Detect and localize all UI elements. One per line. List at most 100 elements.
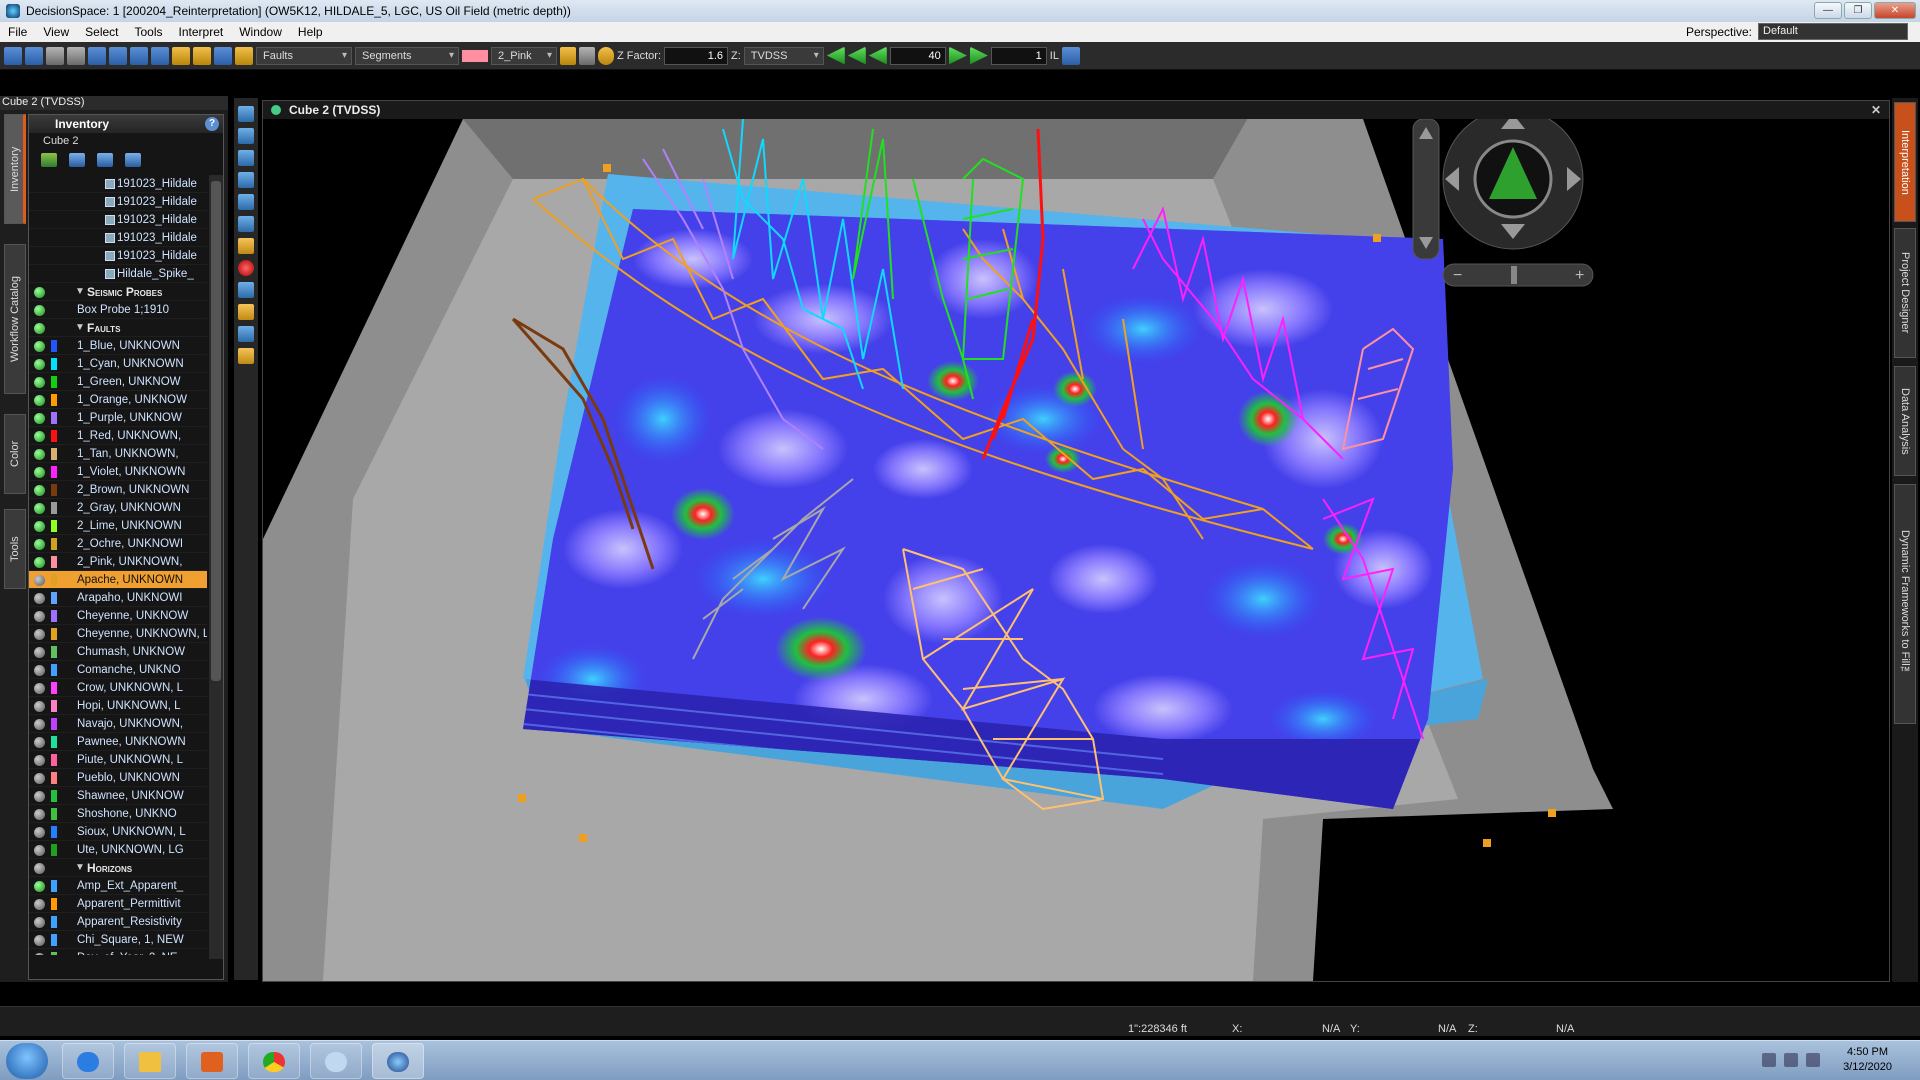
play-icon[interactable] [969,46,988,65]
tree-section[interactable]: ▼ Seismic Probes [29,283,207,301]
tree-item[interactable]: 1_Violet, UNKNOWN [29,463,207,481]
zfactor-input[interactable]: 1.6 [664,46,729,65]
visibility-toggle[interactable] [34,719,45,730]
tab-data-analysis[interactable]: Data Analysis [1894,366,1916,476]
chrome-taskbar-icon[interactable] [248,1043,300,1079]
menu-window[interactable]: Window [231,25,290,39]
tree-item[interactable]: Hopi, UNKNOWN, L [29,697,207,715]
add-icon[interactable] [41,153,57,167]
paint-taskbar-icon[interactable] [310,1043,362,1079]
step-back-icon[interactable] [847,46,866,65]
visibility-toggle[interactable] [34,665,45,676]
tree-item[interactable]: 2_Brown, UNKNOWN [29,481,207,499]
visibility-toggle[interactable] [34,359,45,370]
rotate-icon[interactable] [238,150,254,166]
box-icon[interactable] [238,282,254,298]
visibility-toggle[interactable] [34,935,45,946]
tree-item[interactable]: Chumash, UNKNOW [29,643,207,661]
globe-icon[interactable] [130,46,148,65]
z-domain-select[interactable]: TVDSS [743,46,824,65]
tree-item[interactable]: 191023_Hildale [29,211,207,229]
close-view-icon[interactable]: ✕ [1871,101,1881,119]
inventory-scrollbar[interactable] [209,175,223,959]
tree-item[interactable]: 191023_Hildale [29,229,207,247]
tab-workflow-catalog[interactable]: Workflow Catalog [4,244,26,394]
visibility-toggle[interactable] [34,845,45,856]
step-forward-icon[interactable] [948,46,967,65]
pointer-icon[interactable] [238,326,254,342]
tab-interpretation[interactable]: Interpretation [1894,102,1916,222]
tree-item[interactable]: 2_Pink, UNKNOWN, [29,553,207,571]
undo-icon[interactable] [560,46,576,65]
maximize-button[interactable]: ❐ [1844,2,1872,19]
grid-icon[interactable] [109,46,127,65]
tree-item[interactable]: Sioux, UNKNOWN, L [29,823,207,841]
visibility-toggle[interactable] [34,755,45,766]
zoom-in-icon[interactable]: + [1575,267,1584,284]
save-icon[interactable] [46,46,64,65]
tree-item[interactable]: 1_Green, UNKNOW [29,373,207,391]
tab-color[interactable]: Color [4,414,26,494]
hand-icon[interactable] [238,304,254,320]
visibility-toggle[interactable] [34,521,45,532]
tree-item[interactable]: Crow, UNKNOWN, L [29,679,207,697]
visibility-toggle[interactable] [34,827,45,838]
visibility-toggle[interactable] [34,737,45,748]
step-input[interactable]: 40 [889,46,946,65]
flag-icon[interactable] [1806,1053,1820,1067]
tree-item[interactable]: Day_of_Year, 2, NE [29,949,207,955]
visibility-toggle[interactable] [34,323,45,334]
tab-project-designer[interactable]: Project Designer [1894,228,1916,358]
tree-item[interactable]: 1_Cyan, UNKNOWN [29,355,207,373]
perspective-select[interactable]: Default [1758,23,1908,40]
visibility-toggle[interactable] [34,863,45,874]
horizon-icon[interactable] [193,46,211,65]
start-button[interactable] [6,1043,48,1079]
menu-file[interactable]: File [0,25,35,39]
camera-icon[interactable] [214,46,232,65]
lock-icon[interactable] [1061,46,1080,65]
back-icon[interactable] [868,46,887,65]
network-icon[interactable] [1784,1053,1798,1067]
layers-icon[interactable] [97,153,113,167]
clock[interactable]: 4:50 PM 3/12/2020 [1843,1045,1892,1075]
tab-inventory[interactable]: Inventory [4,114,26,224]
tree-item[interactable]: 191023_Hildale [29,247,207,265]
tree-item[interactable]: 1_Orange, UNKNOW [29,391,207,409]
tree-item[interactable]: 191023_Hildale [29,193,207,211]
redo-icon[interactable] [579,46,595,65]
visibility-toggle[interactable] [34,503,45,514]
top-view-icon[interactable] [238,172,254,188]
probe-icon[interactable] [151,46,169,65]
visibility-toggle[interactable] [34,647,45,658]
color-swatch[interactable] [462,49,488,62]
tree-item[interactable]: 1_Tan, UNKNOWN, [29,445,207,463]
pencil-icon[interactable] [235,46,253,65]
visibility-toggle[interactable] [34,287,45,298]
tree-item[interactable]: Box Probe 1;1910 [29,301,207,319]
tree-item[interactable]: Hildale_Spike_ [29,265,207,283]
first-frame-icon[interactable] [826,46,845,65]
tree-item[interactable]: Navajo, UNKNOWN, [29,715,207,733]
zoom-icon[interactable] [238,128,254,144]
tree-item[interactable]: Amp_Ext_Apparent_ [29,877,207,895]
tree-item[interactable]: Comanche, UNKNO [29,661,207,679]
tree-item[interactable]: Ute, UNKNOWN, LG [29,841,207,859]
filter-icon[interactable] [69,153,85,167]
volume-icon[interactable] [1762,1053,1776,1067]
color-select[interactable]: 2_Pink [491,46,557,65]
visibility-toggle[interactable] [34,575,45,586]
visibility-toggle[interactable] [34,395,45,406]
collapse-icon[interactable] [125,153,141,167]
visibility-toggle[interactable] [34,953,45,955]
tree-item[interactable]: Apparent_Resistivity [29,913,207,931]
visibility-toggle[interactable] [34,629,45,640]
mode-select[interactable]: Segments [355,46,459,65]
visibility-toggle[interactable] [34,467,45,478]
visibility-toggle[interactable] [34,557,45,568]
visibility-toggle[interactable] [34,377,45,388]
home-view-icon[interactable] [238,106,254,122]
zoom-out-icon[interactable]: − [1453,267,1462,284]
tree-item[interactable]: 1_Purple, UNKNOW [29,409,207,427]
tree-item[interactable]: Arapaho, UNKNOWI [29,589,207,607]
